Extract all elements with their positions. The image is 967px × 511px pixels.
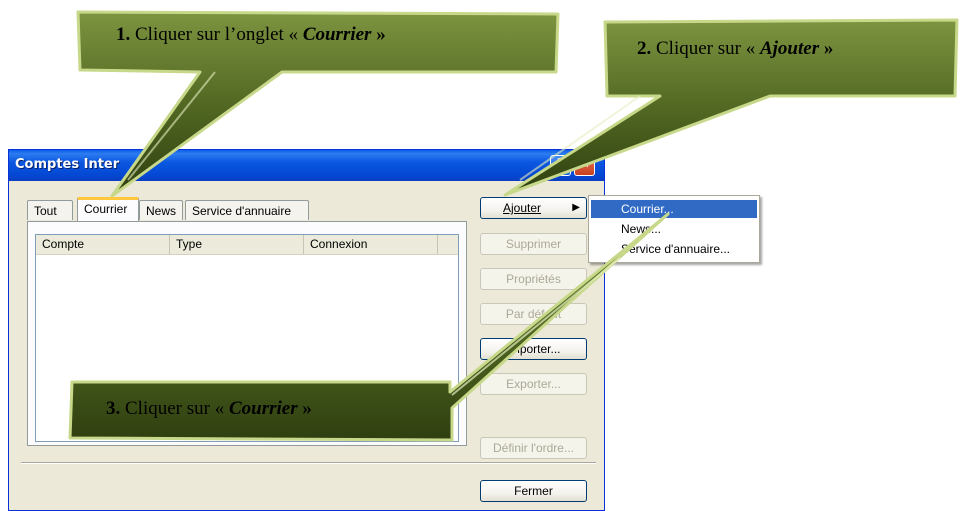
callout-2-target: Ajouter xyxy=(759,38,820,59)
tab-courrier[interactable]: Courrier xyxy=(77,197,139,221)
callout-overlay xyxy=(68,10,959,442)
callout-3-target: Courrier xyxy=(228,398,298,419)
callout-3-label: Cliquer sur « xyxy=(120,398,229,419)
callout-1-label: Cliquer sur l’onglet « xyxy=(130,24,303,45)
callout-2-label: Cliquer sur « xyxy=(651,38,760,59)
callout-1-close: » xyxy=(371,24,386,45)
callout-2-number: 2. xyxy=(637,38,652,59)
callout-3-text: 3. Cliquer sur « Courrier » xyxy=(106,398,312,420)
callout-2-close: » xyxy=(819,38,834,59)
callout-1-target: Courrier xyxy=(302,24,372,45)
callout-1-text: 1. Cliquer sur l’onglet « Courrier » xyxy=(116,24,386,46)
callout-3-number: 3. xyxy=(106,398,121,419)
callout-3-close: » xyxy=(297,398,312,419)
callout-1-number: 1. xyxy=(116,24,131,45)
callout-2-text: 2. Cliquer sur « Ajouter » xyxy=(637,38,833,60)
